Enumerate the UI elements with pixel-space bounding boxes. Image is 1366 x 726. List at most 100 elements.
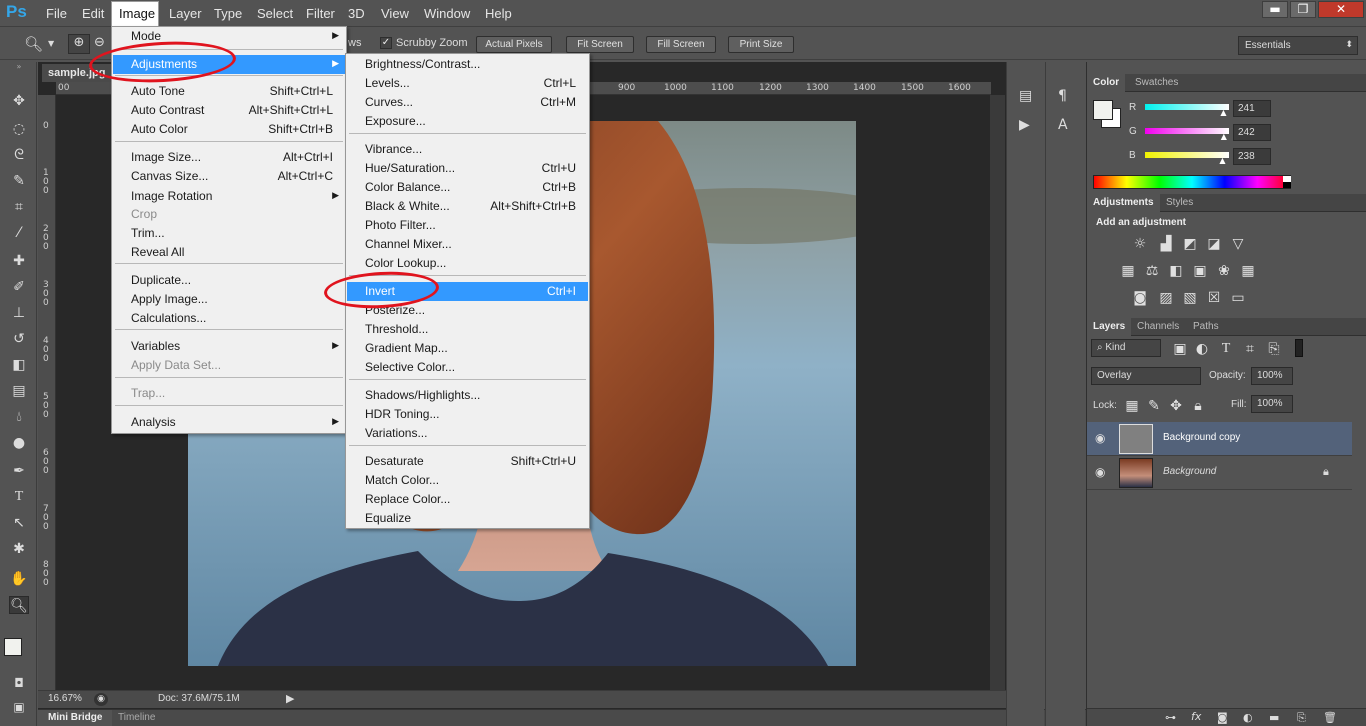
posterize-adj-icon[interactable]: ▨ bbox=[1157, 290, 1175, 306]
menu-image[interactable]: Image bbox=[119, 6, 155, 21]
type-tool-icon[interactable]: T bbox=[9, 488, 29, 506]
shape-tool-icon[interactable]: ✱ bbox=[9, 540, 29, 558]
blend-mode-select[interactable]: Overlay bbox=[1091, 367, 1201, 385]
layer-name[interactable]: Background copy bbox=[1163, 432, 1240, 443]
new-layer-icon[interactable]: ⎘ bbox=[1297, 711, 1306, 725]
filter-shape-icon[interactable]: ⌗ bbox=[1241, 341, 1259, 357]
g-slider-thumb[interactable]: ▲ bbox=[1221, 132, 1227, 141]
adjustments-menu-item[interactable]: Hue/Saturation... Ctrl+U bbox=[347, 159, 588, 178]
gradient-tool-icon[interactable]: ▤ bbox=[9, 382, 29, 400]
restore-button[interactable]: ❐ bbox=[1290, 1, 1316, 18]
fit-screen-button[interactable]: Fit Screen bbox=[566, 36, 634, 53]
image-menu-item[interactable]: Apply Image... bbox=[113, 290, 345, 309]
channel-mixer-adj-icon[interactable]: ❀ bbox=[1215, 263, 1233, 279]
clone-stamp-icon[interactable]: ⊥ bbox=[9, 304, 29, 322]
play-arrow-icon[interactable]: ▶ bbox=[286, 692, 294, 705]
bw-adj-icon[interactable]: ◧ bbox=[1167, 263, 1185, 279]
eyedropper-tool-icon[interactable]: ⁄ bbox=[9, 224, 29, 242]
adjustments-menu-item[interactable]: HDR Toning... bbox=[347, 405, 588, 424]
image-menu-item[interactable]: Auto Color Shift+Ctrl+B bbox=[113, 120, 345, 139]
b-slider-thumb[interactable]: ▲ bbox=[1219, 156, 1225, 165]
zoom-tool-icon[interactable]: 🔍︎ bbox=[24, 35, 43, 53]
adjustments-menu-item[interactable]: Vibrance... bbox=[347, 140, 588, 159]
adjustments-menu-item[interactable]: Equalize bbox=[347, 509, 588, 528]
adjustments-menu-item[interactable]: Levels... Ctrl+L bbox=[347, 74, 588, 93]
layer-row[interactable]: ◉ Background copy bbox=[1087, 422, 1352, 456]
adjustments-menu-item[interactable]: Desaturate Shift+Ctrl+U bbox=[347, 452, 588, 471]
zoom-out-icon[interactable]: ⊖ bbox=[94, 35, 105, 50]
collapse-arrows-icon[interactable]: » bbox=[2, 62, 36, 72]
image-menu-item[interactable]: Trim... bbox=[113, 224, 345, 243]
adjustments-menu-item[interactable]: Match Color... bbox=[347, 471, 588, 490]
tab-channels[interactable]: Channels bbox=[1131, 318, 1185, 336]
image-menu-item[interactable]: Reveal All bbox=[113, 243, 345, 262]
crop-tool-icon[interactable]: ⌗ bbox=[9, 198, 29, 216]
layer-row[interactable]: ◉ Background 🔒︎ bbox=[1087, 456, 1352, 490]
tab-timeline[interactable]: Timeline bbox=[118, 712, 155, 723]
filter-smart-object-icon[interactable]: ⎘ bbox=[1265, 341, 1283, 357]
tab-adjustments[interactable]: Adjustments bbox=[1087, 194, 1160, 212]
proof-icon[interactable]: ◉ bbox=[94, 693, 108, 706]
eraser-tool-icon[interactable]: ◧ bbox=[9, 356, 29, 374]
zoom-level[interactable]: 16.67% bbox=[48, 693, 82, 704]
link-layers-icon[interactable]: ⊶ bbox=[1165, 711, 1176, 724]
adjustments-menu-item[interactable]: Brightness/Contrast... bbox=[347, 55, 588, 74]
image-menu-item[interactable]: Image Size... Alt+Ctrl+I bbox=[113, 148, 345, 167]
workspace-select[interactable]: Essentials ⬍ bbox=[1238, 36, 1358, 55]
lock-pixels-icon[interactable]: ▦ bbox=[1123, 398, 1141, 414]
adjustments-menu-item[interactable]: Replace Color... bbox=[347, 490, 588, 509]
gradient-map-adj-icon[interactable]: ▭ bbox=[1229, 290, 1247, 306]
g-value[interactable]: 242 bbox=[1233, 124, 1271, 141]
filter-pixel-icon[interactable]: ▣ bbox=[1171, 341, 1189, 357]
menu-3d[interactable]: 3D bbox=[348, 6, 365, 21]
new-group-icon[interactable]: ▬ bbox=[1269, 711, 1279, 724]
close-button[interactable]: ✕ bbox=[1318, 1, 1364, 18]
b-slider[interactable] bbox=[1145, 152, 1229, 158]
adjustments-menu-item[interactable]: Shadows/Highlights... bbox=[347, 386, 588, 405]
adjustments-menu-item[interactable]: Photo Filter... bbox=[347, 216, 588, 235]
blur-tool-icon[interactable]: 💧︎ bbox=[9, 408, 29, 426]
fx-icon[interactable]: fx bbox=[1191, 710, 1201, 723]
r-slider[interactable] bbox=[1145, 104, 1229, 110]
photo-filter-adj-icon[interactable]: ▣ bbox=[1191, 263, 1209, 279]
threshold-adj-icon[interactable]: ▧ bbox=[1181, 290, 1199, 306]
adjustments-menu-item[interactable]: Threshold... bbox=[347, 320, 588, 339]
selective-color-adj-icon[interactable]: ☒ bbox=[1205, 290, 1223, 306]
tab-color[interactable]: Color bbox=[1087, 74, 1126, 92]
delete-layer-icon[interactable]: 🗑︎ bbox=[1323, 711, 1337, 724]
quick-mask-icon[interactable]: ◘ bbox=[9, 674, 29, 692]
chevron-down-icon[interactable]: ▼ bbox=[48, 39, 54, 48]
menu-file[interactable]: File bbox=[46, 6, 67, 21]
lock-all-icon[interactable]: 🔒︎ bbox=[1189, 398, 1207, 414]
print-size-button[interactable]: Print Size bbox=[728, 36, 794, 53]
menu-select[interactable]: Select bbox=[257, 6, 293, 21]
filter-adjustment-icon[interactable]: ◐ bbox=[1193, 341, 1211, 357]
scrubby-zoom-checkbox[interactable]: ✓ bbox=[380, 37, 392, 49]
adjustments-menu-item[interactable]: Black & White... Alt+Shift+Ctrl+B bbox=[347, 197, 588, 216]
tab-mini-bridge[interactable]: Mini Bridge bbox=[38, 710, 113, 726]
image-menu-item[interactable]: Calculations... bbox=[113, 309, 345, 328]
path-select-tool-icon[interactable]: ↖ bbox=[9, 514, 29, 532]
r-value[interactable]: 241 bbox=[1233, 100, 1271, 117]
menu-view[interactable]: View bbox=[381, 6, 409, 21]
fill-field[interactable]: 100% bbox=[1251, 395, 1293, 413]
g-slider[interactable] bbox=[1145, 128, 1229, 134]
vibrance-adj-icon[interactable]: ▽ bbox=[1229, 236, 1247, 252]
eye-icon[interactable]: ◉ bbox=[1095, 431, 1105, 445]
hand-tool-icon[interactable]: ✋ bbox=[9, 570, 29, 588]
actions-panel-icon[interactable]: ▶ bbox=[1019, 117, 1030, 133]
layer-name[interactable]: Background bbox=[1163, 466, 1216, 477]
adjustments-menu-item[interactable]: Color Balance... Ctrl+B bbox=[347, 178, 588, 197]
fg-color-swatch[interactable] bbox=[1093, 100, 1113, 120]
tab-styles[interactable]: Styles bbox=[1160, 194, 1199, 212]
color-spectrum[interactable] bbox=[1093, 175, 1291, 189]
brightness-adj-icon[interactable]: ☼ bbox=[1131, 236, 1149, 252]
menu-help[interactable]: Help bbox=[485, 6, 512, 21]
quick-select-tool-icon[interactable]: ✎ bbox=[9, 172, 29, 190]
tab-swatches[interactable]: Swatches bbox=[1129, 74, 1184, 92]
adjustments-menu-item[interactable]: Channel Mixer... bbox=[347, 235, 588, 254]
color-lookup-adj-icon[interactable]: ▦ bbox=[1239, 263, 1257, 279]
adjustments-menu-item[interactable]: Variations... bbox=[347, 424, 588, 443]
tab-layers[interactable]: Layers bbox=[1087, 318, 1132, 336]
eye-icon[interactable]: ◉ bbox=[1095, 465, 1105, 479]
